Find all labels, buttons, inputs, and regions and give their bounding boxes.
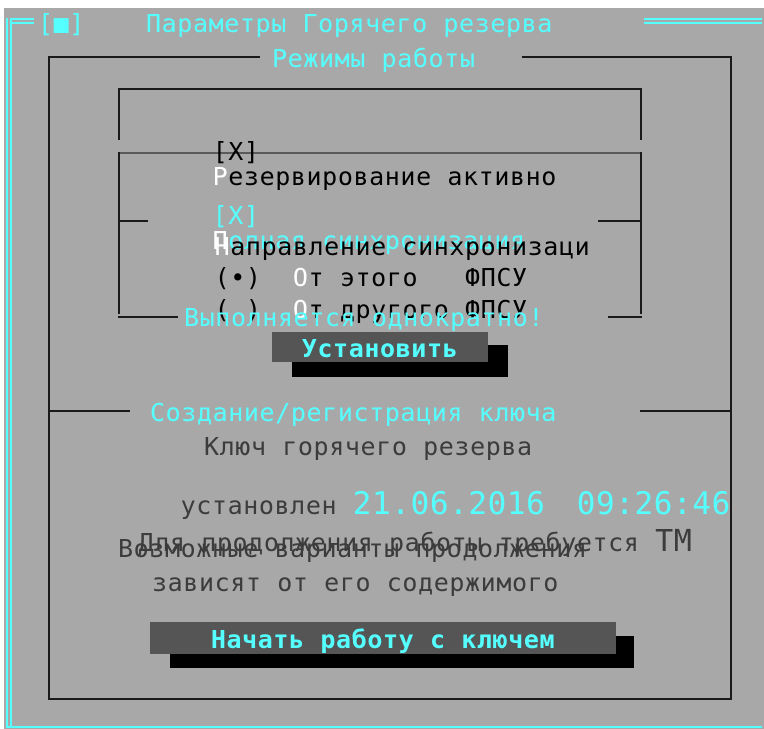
key-info-line3-tm: ТМ: [655, 524, 693, 559]
direction-frame-top-right: [598, 220, 642, 222]
outer-frame-left: [10, 18, 12, 728]
key-info-line4: Возможные варианты продолжения: [118, 534, 588, 563]
key-info-line1: Ключ горячего резерва: [204, 432, 533, 461]
direction-frame-bottom-left: [118, 316, 178, 318]
outer-frame-left-outer: [6, 18, 8, 728]
outer-frame-bottom: [6, 726, 762, 728]
sync-box-right: [640, 152, 642, 314]
reservation-box-right: [640, 88, 642, 140]
section-frame-bottom: [48, 698, 732, 700]
section-frame-right: [730, 56, 732, 700]
key-info-line5: зависят от его содержимого: [152, 568, 559, 597]
set-button[interactable]: Установить: [272, 332, 488, 362]
close-box-button[interactable]: [■]: [38, 11, 85, 36]
sync-box-left: [118, 152, 120, 314]
reservation-box-left: [118, 88, 120, 140]
reservation-box-top: [118, 88, 642, 90]
direction-frame-bottom-right: [608, 316, 642, 318]
one-time-note: Выполняется однократно!: [184, 303, 544, 332]
modes-section-title: Режимы работы: [272, 44, 476, 73]
section-frame-left: [48, 56, 50, 700]
key-section-title: Создание/регистрация ключа: [150, 398, 557, 427]
window-title: Параметры Горячего резерва: [146, 9, 553, 38]
direction-frame-top-left: [118, 220, 148, 222]
hot-reserve-dialog: [■] Параметры Горячего резерва Режимы ра…: [4, 8, 764, 729]
start-with-key-button[interactable]: Начать работу с ключем: [150, 622, 616, 654]
